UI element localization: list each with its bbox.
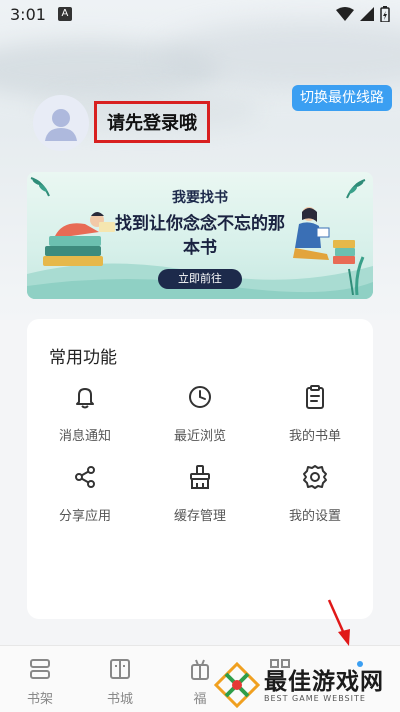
broom-icon (190, 465, 210, 489)
function-recent[interactable]: 最近浏览 (150, 383, 250, 444)
common-functions-card: 常用功能 消息通知 最近浏览 我的书单 分享应用 缓存管理 我的设置 (27, 319, 373, 619)
function-booklist[interactable]: 我的书单 (265, 383, 365, 444)
function-label: 缓存管理 (173, 509, 226, 524)
shelf-icon (30, 659, 50, 679)
gift-icon (191, 659, 209, 680)
clipboard-icon (306, 385, 324, 409)
watermark-subtitle: BEST GAME WEBSITE (264, 694, 366, 703)
notification-badge: A (57, 7, 72, 21)
watermark: 最佳游戏网 BEST GAME WEBSITE (214, 660, 394, 710)
nav-item-bookstore[interactable]: 书城 (90, 656, 150, 707)
status-icons (336, 6, 390, 22)
battery-icon (380, 6, 390, 22)
user-icon (45, 109, 77, 141)
function-share[interactable]: 分享应用 (35, 463, 135, 524)
function-settings[interactable]: 我的设置 (265, 463, 365, 524)
watermark-title: 最佳游戏网 (264, 669, 384, 695)
card-title: 常用功能 (49, 348, 117, 368)
nav-label: 书架 (26, 692, 53, 707)
signal-icon (360, 7, 374, 21)
plant-decoration (348, 256, 365, 295)
watermark-logo-icon (214, 662, 260, 708)
function-notifications[interactable]: 消息通知 (35, 383, 135, 444)
banner-title: 我要找书 (172, 190, 228, 206)
login-prompt[interactable]: 请先登录哦 (107, 109, 197, 135)
nav-label: 书城 (106, 692, 133, 707)
wifi-icon (336, 7, 354, 21)
gear-icon (303, 465, 327, 489)
status-bar: 3:01 A (0, 0, 400, 28)
function-label: 我的设置 (288, 509, 341, 524)
banner-subtitle: 找到让你念念不忘的那本书 (115, 214, 285, 258)
reader-illustration (43, 212, 115, 266)
function-label: 分享应用 (58, 509, 111, 524)
login-highlight-box[interactable]: 请先登录哦 (94, 101, 210, 143)
go-now-button[interactable]: 立即前往 (158, 269, 242, 289)
function-label: 我的书单 (288, 429, 341, 444)
status-time: 3:01 (10, 4, 46, 24)
bell-icon (76, 388, 94, 409)
share-icon (75, 466, 95, 488)
clock-icon (189, 386, 211, 408)
book-icon (110, 659, 130, 679)
find-book-banner[interactable]: 我要找书 找到让你念念不忘的那本书 立即前往 (27, 172, 373, 299)
function-cache[interactable]: 缓存管理 (150, 463, 250, 524)
function-label: 消息通知 (58, 429, 111, 444)
nav-item-bookshelf[interactable]: 书架 (10, 656, 70, 707)
switch-line-button[interactable]: 切换最优线路 (292, 85, 392, 111)
arrow-annotation-icon (327, 599, 350, 646)
function-label: 最近浏览 (173, 429, 226, 444)
avatar[interactable] (33, 95, 89, 151)
